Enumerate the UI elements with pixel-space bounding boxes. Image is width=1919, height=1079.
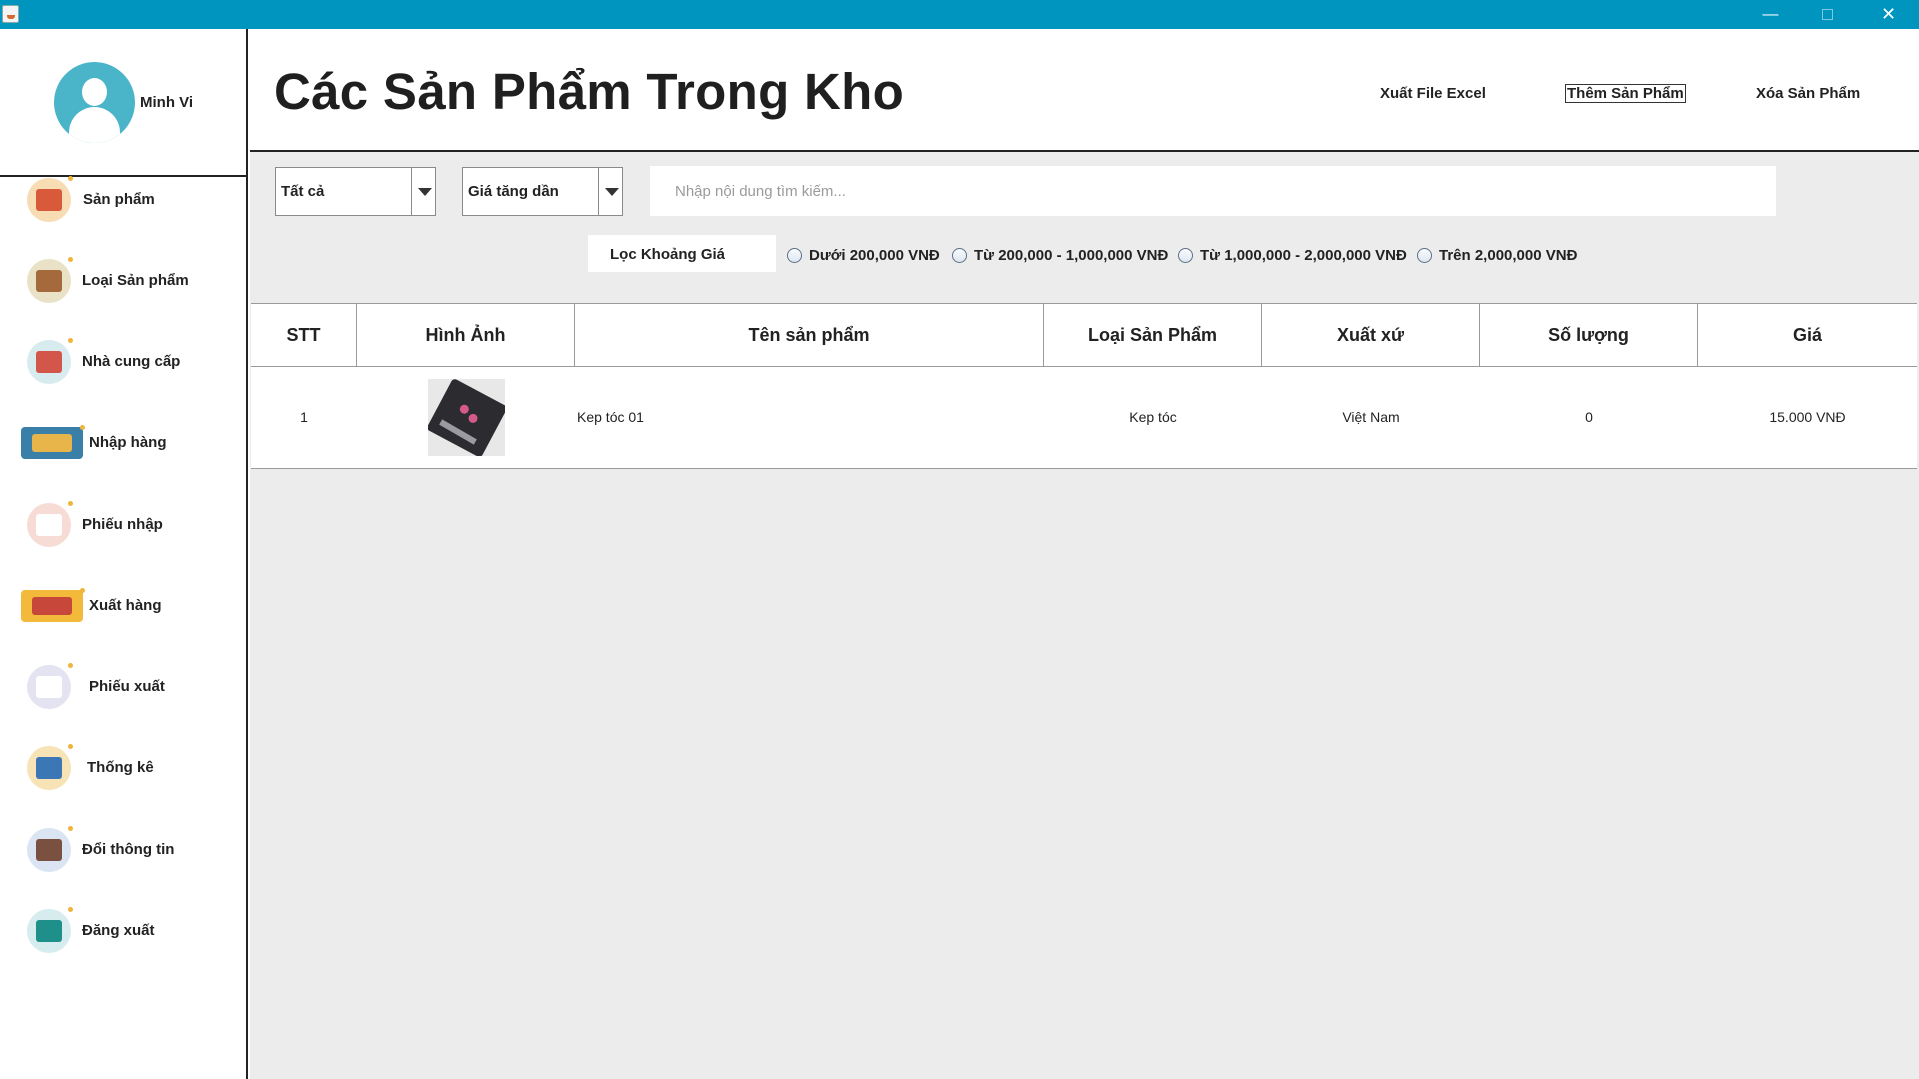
price-range-radio-3[interactable]: Từ 1,000,000 - 2,000,000 VNĐ [1178,245,1407,265]
window-titlebar: — ✕ [0,0,1919,29]
price-range-label: Từ 1,000,000 - 2,000,000 VNĐ [1200,246,1407,264]
chart-icon [27,744,73,790]
column-header-price[interactable]: Giá [1698,304,1917,366]
sidebar-item-logout[interactable]: Đăng xuất [0,901,246,961]
column-header-quantity[interactable]: Số lượng [1480,304,1698,366]
sidebar-item-label: Xuất hàng [89,597,162,614]
column-header-name[interactable]: Tên sản phẩm [575,304,1044,366]
sidebar-item-label: Nhập hàng [89,434,167,451]
radio-icon [787,247,802,263]
maximize-button[interactable] [1799,0,1856,29]
sidebar-item-store[interactable]: Nhà cung cấp [0,332,246,392]
table-row[interactable]: 1 Kep tóc 01 Kep tóc Việt Nam 0 15.000 V… [251,367,1917,469]
avatar-icon [54,62,135,143]
column-header-stt[interactable]: STT [251,304,357,366]
store-icon [27,338,73,384]
basket-icon [27,176,73,222]
sidebar-item-receipt[interactable]: Phiếu nhập [0,495,246,555]
hair-clip-product-image [427,378,505,456]
price-range-radio-2[interactable]: Từ 200,000 - 1,000,000 VNĐ [952,245,1168,265]
sidebar-item-delivery-truck[interactable]: Xuất hàng [0,576,246,636]
cell-origin: Việt Nam [1342,409,1400,425]
category-select[interactable]: Tất cả [275,167,436,216]
category-select-value: Tất cả [281,183,325,200]
sidebar-item-label: Phiếu nhập [82,516,163,533]
maximize-icon [1822,9,1833,20]
sidebar-item-label: Phiếu xuất [89,678,165,695]
sidebar-item-label: Thống kê [87,759,154,776]
cell-category: Kep tóc [1129,409,1177,425]
price-range-radio-1[interactable]: Dưới 200,000 VNĐ [787,245,940,265]
main-panel: Các Sản Phẩm Trong Kho Xuất File Excel T… [250,29,1919,1079]
sidebar-item-box[interactable]: Loại Sản phẩm [0,251,246,311]
page-header: Các Sản Phẩm Trong Kho Xuất File Excel T… [250,29,1919,152]
chevron-down-icon[interactable] [411,168,435,215]
cell-price: 15.000 VNĐ [1769,409,1846,425]
price-range-label: Dưới 200,000 VNĐ [809,246,940,264]
column-header-origin[interactable]: Xuất xứ [1262,304,1480,366]
user-profile: Minh Vi [0,29,246,177]
sidebar-item-basket[interactable]: Sản phẩm [0,170,246,230]
logout-icon [27,907,73,953]
truck-icon [21,425,85,459]
sidebar-item-invoice[interactable]: Phiếu xuất [0,657,246,717]
column-header-image[interactable]: Hình Ảnh [357,304,575,366]
receipt-icon [27,501,73,547]
sidebar-item-truck[interactable]: Nhập hàng [0,413,246,473]
cell-name: Kep tóc 01 [577,409,644,425]
sidebar-item-user-edit[interactable]: Đổi thông tin [0,820,246,880]
delivery-truck-icon [21,588,85,622]
search-input[interactable] [650,166,1776,216]
minimize-button[interactable]: — [1742,0,1799,29]
add-product-button[interactable]: Thêm Sản Phẩm [1565,84,1686,103]
price-range-label: Trên 2,000,000 VNĐ [1439,246,1578,264]
user-name: Minh Vi [140,94,194,111]
java-app-icon [2,5,19,23]
chevron-down-icon[interactable] [598,168,622,215]
radio-icon [1417,247,1432,263]
box-icon [27,257,73,303]
cell-stt: 1 [300,409,308,425]
table-header: STT Hình Ảnh Tên sản phẩm Loại Sản Phẩm … [251,303,1917,367]
invoice-icon [27,663,73,709]
price-filter-button[interactable]: Lọc Khoảng Giá [588,235,776,272]
price-range-label: Từ 200,000 - 1,000,000 VNĐ [974,246,1169,264]
sidebar-item-label: Sản phẩm [83,191,155,208]
user-edit-icon [27,826,73,872]
price-range-radio-4[interactable]: Trên 2,000,000 VNĐ [1417,245,1577,265]
sidebar-item-label: Đăng xuất [82,922,155,939]
delete-product-button[interactable]: Xóa Sản Phẩm [1754,84,1862,103]
sidebar-item-label: Loại Sản phẩm [82,272,189,289]
sidebar-item-label: Nhà cung cấp [82,353,181,370]
sort-select-value: Giá tăng dần [468,183,559,200]
radio-icon [1178,247,1193,263]
cell-image [357,367,575,467]
sidebar-item-chart[interactable]: Thống kê [0,738,246,798]
sidebar-item-label: Đổi thông tin [82,841,175,858]
column-header-category[interactable]: Loại Sản Phẩm [1044,304,1262,366]
radio-icon [952,247,967,263]
sidebar: Minh Vi Sản phẩm Loại Sản phẩm Nhà cung cấ… [0,29,248,1079]
page-title: Các Sản Phẩm Trong Kho [274,63,905,120]
cell-quantity: 0 [1585,409,1593,425]
export-excel-button[interactable]: Xuất File Excel [1378,84,1488,103]
sort-select[interactable]: Giá tăng dần [462,167,623,216]
close-button[interactable]: ✕ [1860,0,1917,29]
